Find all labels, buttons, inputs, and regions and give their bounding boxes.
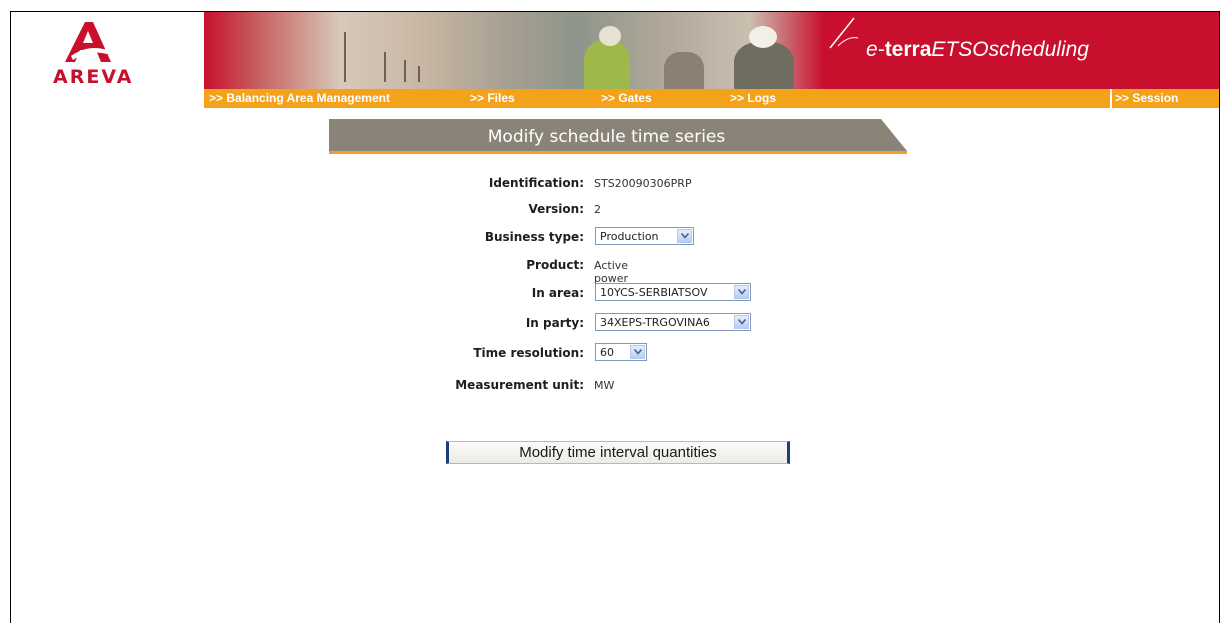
nav-bar: >> Balancing Area Management >> Files >>… bbox=[204, 89, 1219, 108]
brand-italic: ETSOscheduling bbox=[931, 38, 1089, 61]
nav-session[interactable]: >> Session bbox=[1115, 91, 1178, 105]
version-label: Version: bbox=[528, 202, 584, 216]
chevron-down-icon[interactable] bbox=[734, 315, 749, 329]
brand-bold: terra bbox=[884, 38, 932, 61]
in-area-label: In area: bbox=[531, 286, 584, 300]
nav-divider bbox=[1110, 89, 1112, 108]
header-banner: e-terraETSOscheduling bbox=[204, 12, 1219, 92]
areva-a-icon bbox=[65, 22, 111, 62]
measurement-unit-value: MW bbox=[594, 379, 615, 392]
nav-files[interactable]: >> Files bbox=[470, 91, 515, 105]
header: AREVA e-terraETSOscheduling >> Balancing… bbox=[11, 12, 1219, 108]
time-resolution-label: Time resolution: bbox=[473, 346, 584, 360]
measurement-unit-label: Measurement unit: bbox=[455, 378, 584, 392]
in-party-selected: 34XEPS-TRGOVINA6 bbox=[600, 316, 710, 329]
time-resolution-selected: 60 bbox=[600, 346, 614, 359]
title-ribbon: Modify schedule time series bbox=[329, 119, 909, 157]
product-brand: e-terraETSOscheduling bbox=[829, 17, 1089, 62]
brand-prefix: e- bbox=[866, 38, 885, 61]
nav-gates[interactable]: >> Gates bbox=[601, 91, 652, 105]
in-area-selected: 10YCS-SERBIATSOV bbox=[600, 286, 708, 299]
chevron-down-icon[interactable] bbox=[677, 229, 692, 243]
modify-time-interval-quantities-button[interactable]: Modify time interval quantities bbox=[446, 441, 790, 464]
banner-photo bbox=[204, 12, 824, 92]
page-frame: AREVA e-terraETSOscheduling >> Balancing… bbox=[10, 11, 1220, 623]
chevron-down-icon[interactable] bbox=[630, 345, 645, 359]
business-type-label: Business type: bbox=[484, 230, 584, 244]
brand-swoosh-icon bbox=[829, 17, 866, 56]
areva-logo[interactable]: AREVA bbox=[11, 12, 211, 108]
in-party-label: In party: bbox=[525, 316, 584, 330]
time-resolution-select[interactable]: 60 bbox=[595, 343, 647, 361]
product-label: Product: bbox=[526, 258, 584, 272]
product-value: Active power bbox=[594, 259, 629, 285]
chevron-down-icon[interactable] bbox=[734, 285, 749, 299]
nav-logs[interactable]: >> Logs bbox=[730, 91, 776, 105]
nav-balancing-area-management[interactable]: >> Balancing Area Management bbox=[209, 91, 390, 105]
logo-text: AREVA bbox=[53, 66, 134, 88]
page-title: Modify schedule time series bbox=[487, 127, 726, 147]
business-type-selected: Production bbox=[600, 230, 659, 243]
version-value: 2 bbox=[594, 203, 601, 216]
identification-label: Identification: bbox=[488, 176, 584, 190]
business-type-select[interactable]: Production bbox=[595, 227, 694, 245]
in-party-select[interactable]: 34XEPS-TRGOVINA6 bbox=[595, 313, 751, 331]
in-area-select[interactable]: 10YCS-SERBIATSOV bbox=[595, 283, 751, 301]
identification-value: STS20090306PRP bbox=[594, 177, 692, 190]
